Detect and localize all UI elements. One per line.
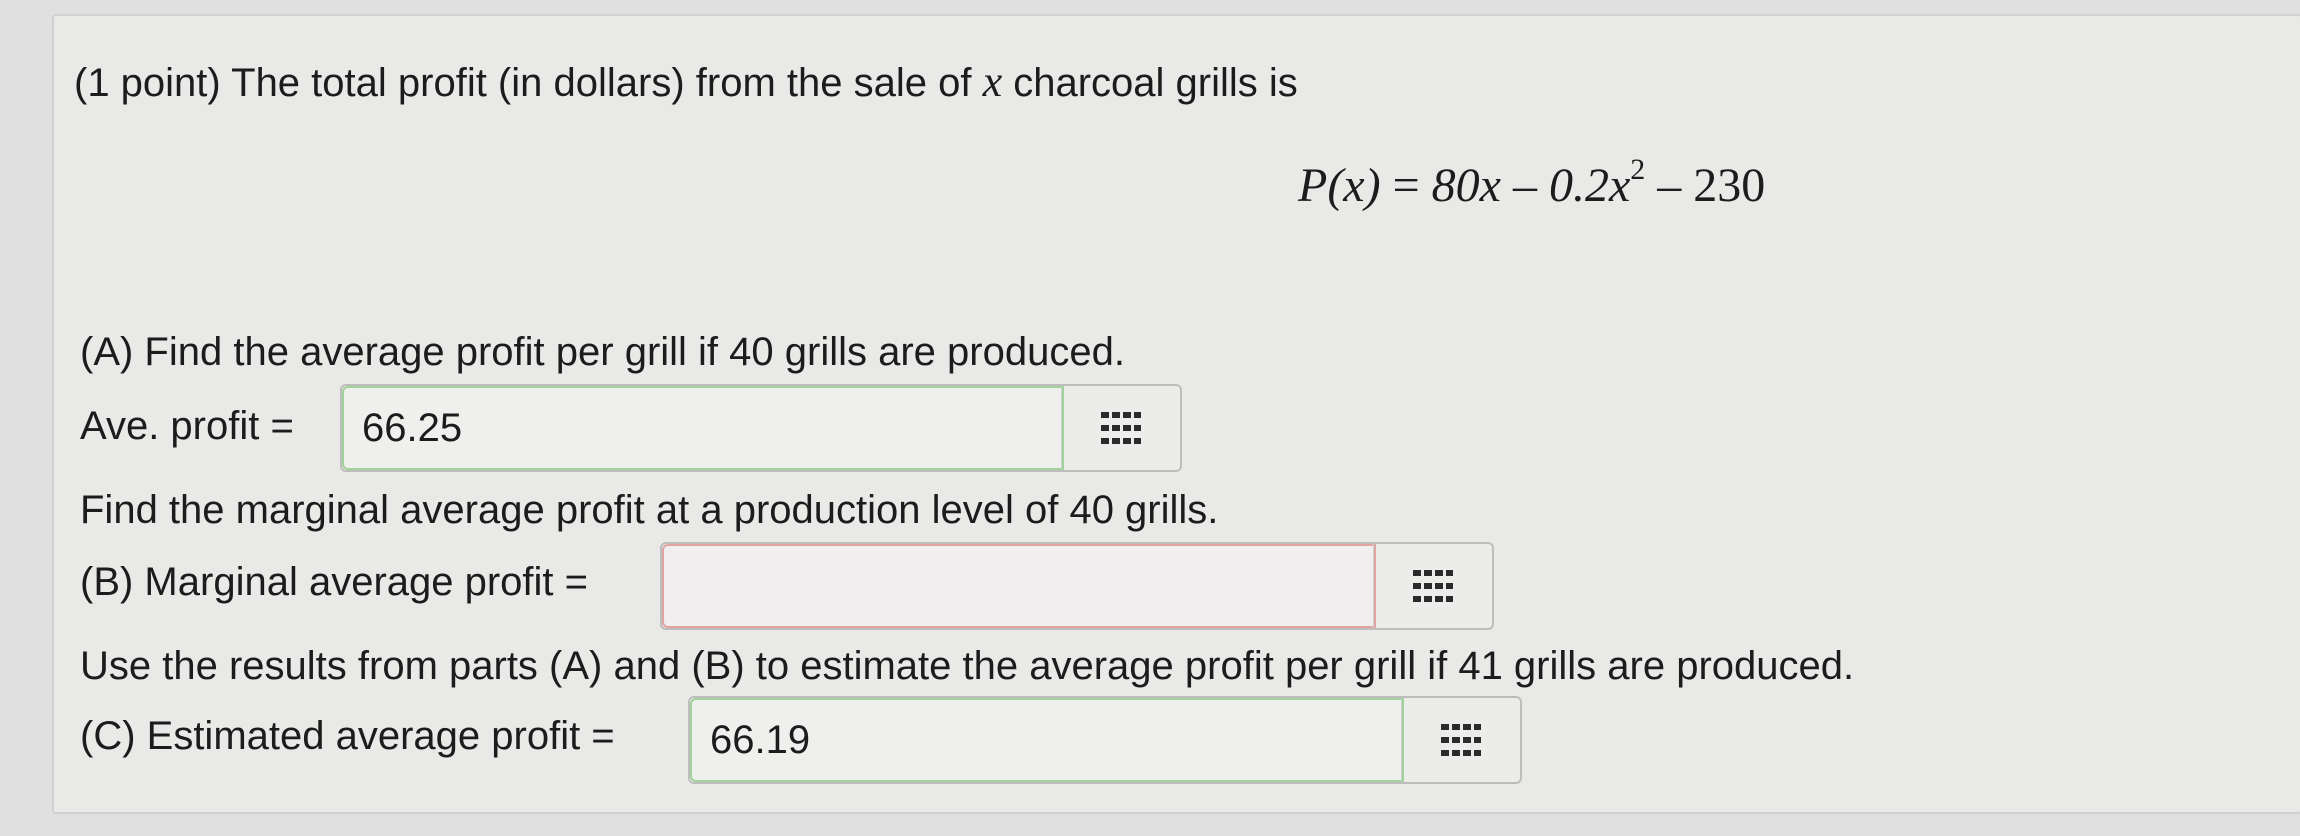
part-c-label: (C) Estimated average profit = — [80, 714, 615, 758]
part-b-prompt: Find the marginal average profit at a pr… — [80, 488, 1219, 532]
part-b-label: (B) Marginal average profit = — [80, 560, 589, 604]
part-c-answer-box: 66.19 — [688, 696, 1522, 784]
marginal-average-profit-input[interactable] — [662, 544, 1376, 628]
part-a-prompt: (A) Find the average profit per grill if… — [80, 330, 1125, 374]
grid-keypad-icon — [1441, 724, 1481, 756]
part-c-prompt: Use the results from parts (A) and (B) t… — [80, 644, 1855, 688]
part-b-answer-box — [660, 542, 1494, 630]
question-intro: (1 point) The total profit (in dollars) … — [74, 57, 1298, 106]
ave-profit-input[interactable]: 66.25 — [342, 386, 1064, 470]
estimated-average-profit-input[interactable]: 66.19 — [690, 698, 1404, 782]
grid-keypad-icon — [1101, 412, 1141, 444]
grid-keypad-icon — [1413, 570, 1453, 602]
part-a-answer-box: 66.25 — [340, 384, 1182, 472]
entry-palette-button[interactable] — [1401, 698, 1520, 782]
entry-palette-button[interactable] — [1061, 386, 1180, 470]
profit-formula: P(x) = 80x – 0.2x2 – 230 — [1298, 153, 1766, 213]
part-a-label: Ave. profit = — [80, 404, 294, 448]
entry-palette-button[interactable] — [1373, 544, 1492, 628]
